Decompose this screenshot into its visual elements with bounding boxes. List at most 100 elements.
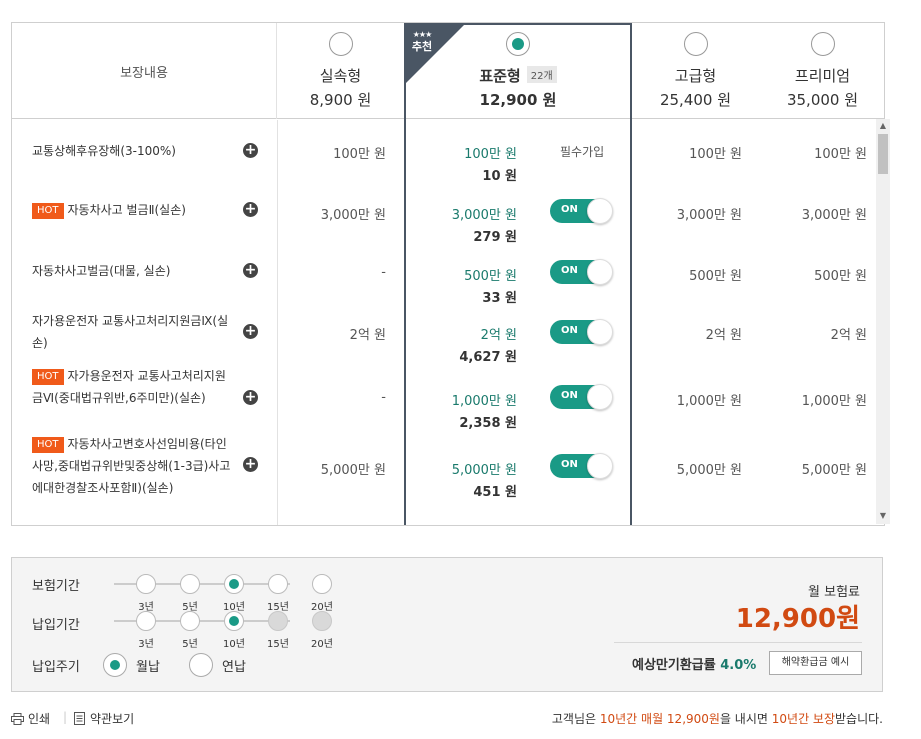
toggle-text: ON	[561, 204, 578, 215]
basic-amount: 3,000만 원	[320, 208, 386, 223]
period-step-3[interactable]	[136, 574, 156, 594]
scroll-up-icon[interactable]: ▲	[876, 120, 890, 132]
coverage-toggle[interactable]: ON	[550, 259, 613, 285]
plan-advanced-radio[interactable]	[683, 32, 708, 56]
period-step-5[interactable]	[180, 574, 200, 594]
payment-period-slider[interactable]: 3년 5년 10년 15년 20년	[104, 609, 344, 650]
step-label: 3년	[138, 639, 154, 650]
toggle-text: ON	[561, 325, 578, 336]
refund-label: 예상만기환급률	[632, 658, 716, 673]
basic-amount: 100만 원	[333, 147, 386, 162]
standard-cell: 5,000만 원 451 원	[422, 459, 517, 500]
standard-price: 451 원	[473, 485, 517, 500]
basic-amount: 2억 원	[349, 328, 386, 343]
toggle-text: ON	[561, 390, 578, 401]
coverage-label: 교통상해후유장해(3-100%)	[32, 140, 232, 162]
standard-price: 279 원	[473, 230, 517, 245]
print-link[interactable]: 인쇄	[11, 710, 50, 727]
coverage-label: 자동차사고벌금(대물, 실손)	[32, 260, 232, 282]
monthly-radio[interactable]	[103, 653, 127, 677]
payment-step-5[interactable]	[180, 611, 200, 631]
payment-step-3[interactable]	[136, 611, 156, 631]
scrollbar-thumb[interactable]	[878, 134, 888, 174]
coverage-toggle[interactable]: ON	[550, 384, 613, 410]
coverage-label: HOT 자가용운전자 교통사고처리지원금Ⅵ(중대법규위반,6주미만)(실손)	[32, 365, 232, 409]
premium-amount: 1,000만 원	[801, 394, 867, 409]
coverage-label-text: 교통상해후유장해(3-100%)	[32, 144, 176, 158]
plan-standard-price: 12,900 원	[479, 91, 557, 109]
coverage-header-label: 보장내용	[12, 23, 277, 119]
period-step-15[interactable]	[268, 574, 288, 594]
plan-advanced[interactable]: 고급형 25,400 원	[632, 23, 759, 119]
advanced-amount: 1,000만 원	[676, 394, 742, 409]
plus-icon[interactable]: +	[243, 390, 258, 405]
yearly-radio[interactable]	[189, 653, 213, 677]
premium-amount: 5,000만 원	[801, 463, 867, 478]
plus-icon[interactable]: +	[243, 143, 258, 158]
plan-premium-radio[interactable]	[810, 32, 835, 56]
standard-cell: 500만 원 33 원	[422, 265, 517, 306]
plan-basic-price: 8,900 원	[309, 91, 372, 109]
coverage-toggle[interactable]: ON	[550, 319, 613, 345]
refund-example-button[interactable]: 해약환급금 예시	[769, 651, 862, 675]
printer-icon	[11, 713, 24, 725]
coverage-label-text: 자동차사고 벌금Ⅱ(실손)	[67, 203, 186, 217]
basic-amount: -	[381, 265, 386, 280]
plan-standard-count: 22개	[526, 66, 557, 83]
period-step-20[interactable]	[312, 574, 332, 594]
plan-premium[interactable]: 프리미엄 35,000 원	[759, 23, 884, 119]
coverage-toggle[interactable]: ON	[550, 198, 613, 224]
step-label: 5년	[182, 639, 198, 650]
plan-standard[interactable]: ★★★ 추천 표준형 22개 12,900 원	[404, 23, 632, 119]
coverage-list[interactable]: 교통상해후유장해(3-100%) + 100만 원 100만 원 10 원 필수…	[12, 120, 884, 525]
hot-badge: HOT	[32, 203, 64, 219]
premium-amount: 3,000만 원	[801, 208, 867, 223]
msg-mid: 을 내시면	[719, 712, 768, 726]
refund-value: 4.0%	[720, 658, 757, 673]
coverage-label-text: 자동차사고벌금(대물, 실손)	[32, 264, 171, 278]
plan-advanced-price: 25,400 원	[659, 91, 732, 109]
standard-cell: 1,000만 원 2,358 원	[422, 390, 517, 431]
plan-standard-name: 표준형 22개	[404, 65, 632, 86]
toggle-knob	[587, 453, 613, 479]
msg-highlight-1: 10년간 매월 12,900원	[599, 712, 720, 726]
period-label: 보험기간	[32, 579, 80, 594]
period-slider[interactable]: 3년 5년 10년 15년 20년	[104, 572, 344, 613]
step-label: 15년	[267, 639, 289, 650]
advanced-amount: 100만 원	[689, 147, 742, 162]
plus-icon[interactable]: +	[243, 324, 258, 339]
standard-price: 33 원	[482, 291, 517, 306]
payment-step-20	[312, 611, 332, 631]
plan-standard-radio[interactable]	[506, 32, 530, 56]
scrollbar-track[interactable]	[876, 119, 890, 524]
standard-price: 2,358 원	[459, 416, 517, 431]
premium-amount: 500만 원	[814, 269, 867, 284]
basic-amount: 5,000만 원	[320, 463, 386, 478]
summary-message: 고객님은 10년간 매월 12,900원을 내시면 10년간 보장받습니다.	[552, 710, 883, 727]
premium-amount: 100만 원	[814, 147, 867, 162]
terms-link[interactable]: 약관보기	[74, 710, 134, 727]
plus-icon[interactable]: +	[243, 457, 258, 472]
plan-basic-name: 실속형	[319, 67, 362, 85]
period-step-10[interactable]	[224, 574, 244, 594]
plan-premium-name: 프리미엄	[794, 67, 851, 85]
advanced-amount: 500만 원	[689, 269, 742, 284]
msg-highlight-2: 10년간 보장	[771, 712, 836, 726]
plan-basic-radio[interactable]	[328, 32, 353, 56]
plus-icon[interactable]: +	[243, 263, 258, 278]
panel-divider	[614, 642, 862, 643]
coverage-toggle[interactable]: ON	[550, 453, 613, 479]
terms-text: 약관보기	[90, 712, 135, 726]
payment-step-10[interactable]	[224, 611, 244, 631]
standard-amount: 100만 원	[464, 147, 517, 162]
scroll-down-icon[interactable]: ▼	[876, 510, 890, 522]
plus-icon[interactable]: +	[243, 202, 258, 217]
toggle-knob	[587, 319, 613, 345]
toggle-knob	[587, 384, 613, 410]
standard-cell: 3,000만 원 279 원	[422, 204, 517, 245]
coverage-label: HOT 자동차사고 벌금Ⅱ(실손)	[32, 199, 232, 221]
plan-basic[interactable]: 실속형 8,900 원	[277, 23, 404, 119]
standard-amount: 1,000만 원	[451, 394, 517, 409]
msg-suffix: 받습니다.	[835, 712, 883, 726]
column-divider	[277, 120, 278, 525]
